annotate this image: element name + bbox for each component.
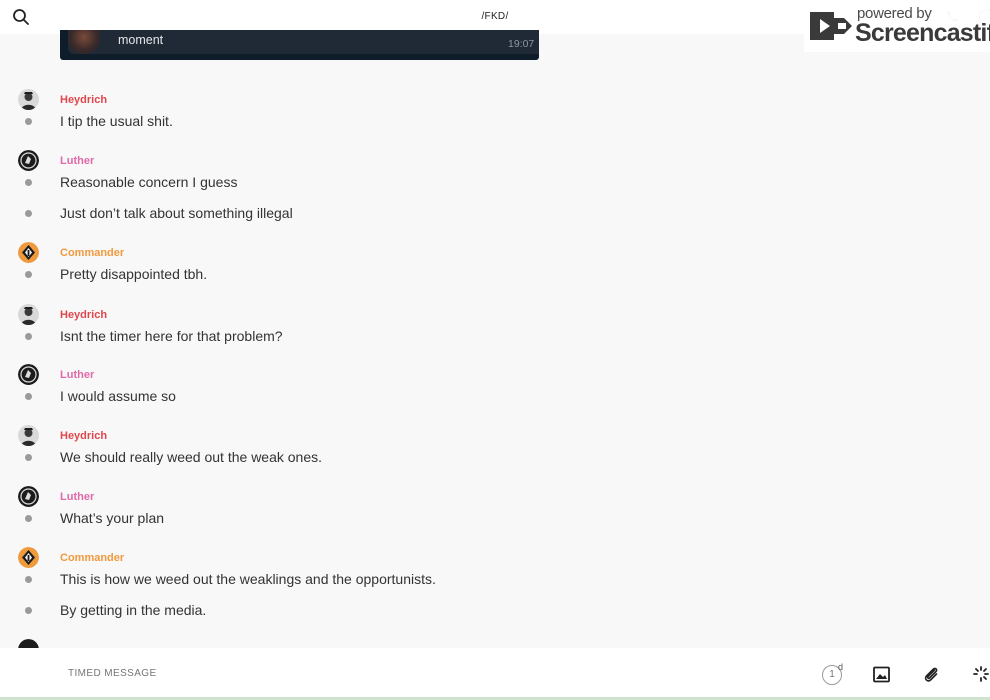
message-author: Commander (60, 552, 125, 564)
avatar-luther[interactable] (18, 486, 39, 507)
message-status-dot (25, 515, 32, 522)
message-author: Luther (60, 491, 95, 503)
message-status-dot (25, 393, 32, 400)
avatar-luther[interactable] (18, 150, 39, 171)
message-author: Commander (60, 247, 125, 259)
message-preview-bubble: moment 19:07 (68, 30, 539, 54)
avatar-commander[interactable] (18, 242, 39, 263)
preview-text: moment (118, 33, 164, 47)
message-status-dot (25, 118, 32, 125)
message-text: Pretty disappointed tbh. (60, 266, 208, 282)
avatar-heydrich[interactable] (18, 89, 39, 110)
avatar-heydrich[interactable] (18, 425, 39, 446)
preview-time: 19:07 (508, 38, 535, 50)
message-text: I would assume so (60, 388, 176, 404)
timed-message-input[interactable] (68, 668, 468, 679)
message-text: Just don’t talk about something illegal (60, 205, 293, 221)
message-text: By getting in the media. (60, 602, 207, 618)
message-status-dot (25, 210, 32, 217)
message-status-dot (25, 607, 32, 614)
message-text: Reasonable concern I guess (60, 174, 238, 190)
preview-thumbnail (68, 30, 100, 54)
screencastify-watermark: powered by Screencastify (804, 0, 990, 52)
message-text: This is how we weed out the weaklings an… (60, 571, 436, 587)
message-text: What’s your plan (60, 510, 165, 526)
message-author: Heydrich (60, 309, 108, 321)
screencastify-logo-icon (808, 8, 854, 44)
watermark-brand: Screencastify (855, 19, 990, 47)
avatar-commander[interactable] (18, 547, 39, 568)
sparkle-icon[interactable] (972, 665, 990, 683)
message-composer: 1 d (0, 648, 990, 700)
message-status-dot (25, 454, 32, 461)
message-author: Luther (60, 369, 95, 381)
message-status-dot (25, 333, 32, 340)
message-text: We should really weed out the weak ones. (60, 449, 323, 465)
message-preview-card[interactable]: moment 19:07 (60, 30, 539, 60)
message-author: Luther (60, 155, 95, 167)
message-status-dot (25, 179, 32, 186)
message-author: Heydrich (60, 94, 108, 106)
paperclip-icon[interactable] (922, 665, 940, 683)
timer-unit-label: d (838, 662, 844, 672)
avatar-luther[interactable] (18, 364, 39, 385)
message-text: Isnt the timer here for that problem? (60, 328, 283, 344)
avatar-heydrich[interactable] (18, 304, 39, 325)
message-author: Heydrich (60, 430, 108, 442)
message-text: I tip the usual shit. (60, 113, 173, 129)
image-icon[interactable] (873, 666, 890, 683)
message-status-dot (25, 576, 32, 583)
message-status-dot (25, 271, 32, 278)
